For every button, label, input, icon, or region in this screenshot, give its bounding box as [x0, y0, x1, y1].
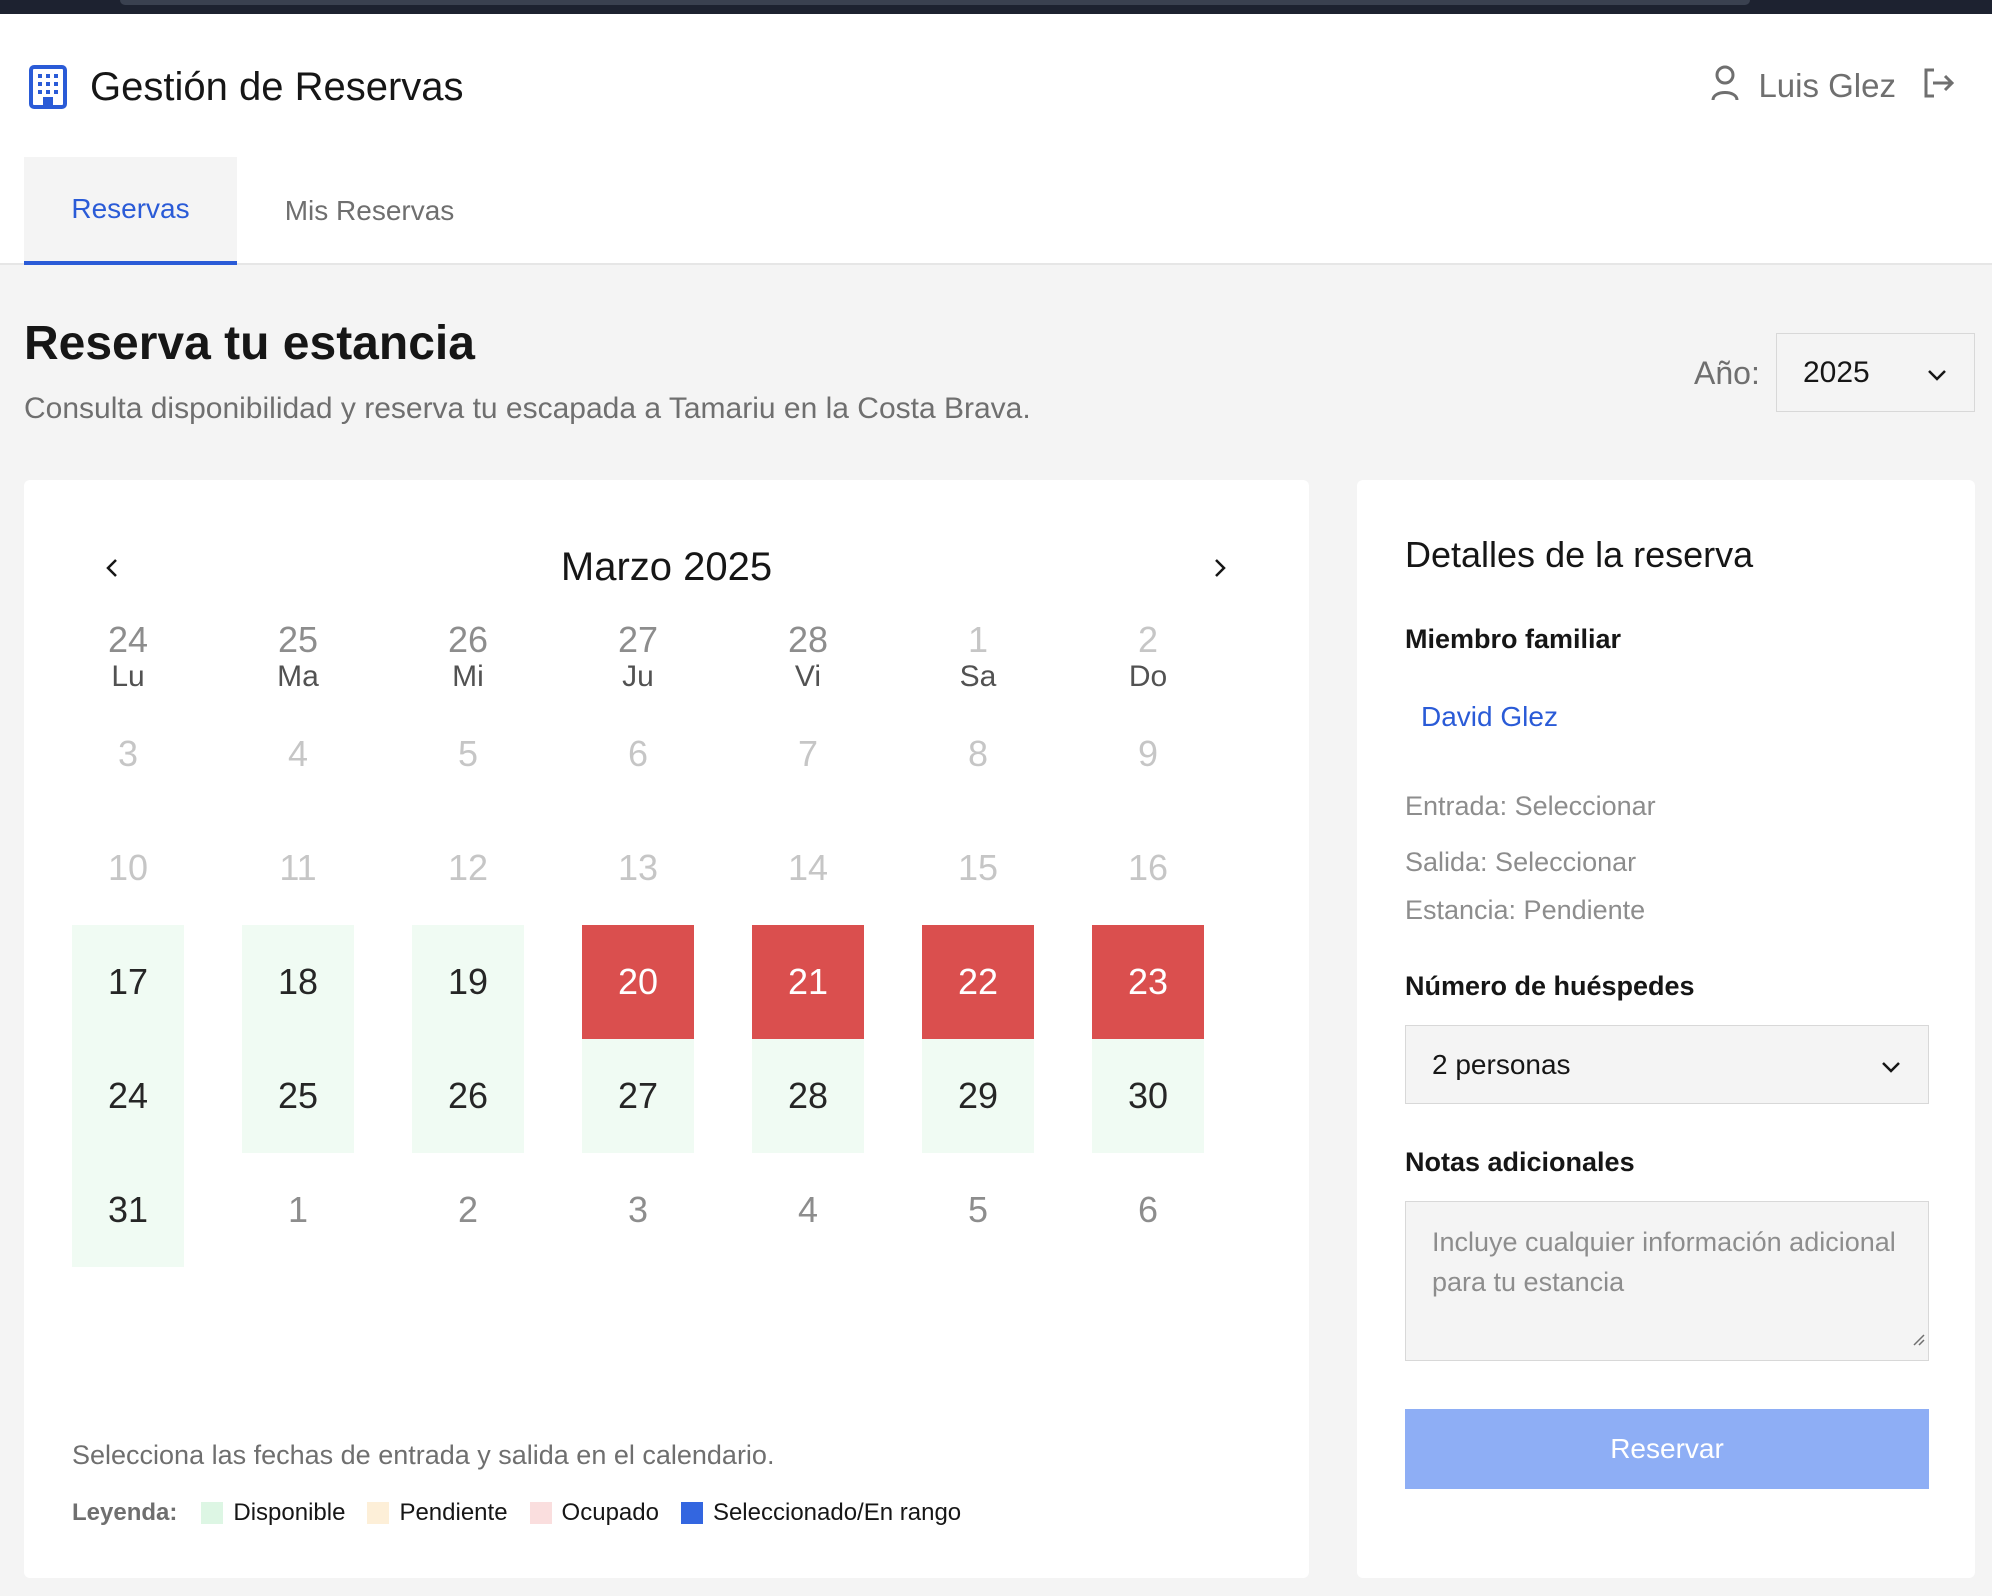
day-cell-other: 5: [967, 1189, 989, 1230]
user-icon[interactable]: [1710, 64, 1740, 107]
page-subtitle: Consulta disponibilidad y reserva tu esc…: [24, 392, 1031, 425]
tab-bar: Reservas Mis Reservas: [24, 157, 502, 265]
brand: Gestión de Reservas: [28, 64, 464, 110]
day-cell-other: 6: [1137, 1189, 1159, 1230]
app-header: Gestión de Reservas Luis Glez Reservas M…: [0, 14, 1992, 265]
day-cell-booked[interactable]: 20: [582, 925, 694, 1039]
day-cell-other: 25: [277, 619, 319, 660]
day-cell-other: 28: [787, 619, 829, 660]
day-cell-past: 14: [787, 847, 829, 888]
legend-label: Seleccionado/En rango: [712, 1499, 962, 1526]
day-cell-past: 3: [117, 733, 139, 774]
day-cell-booked[interactable]: 21: [752, 925, 864, 1039]
legend-label: Disponible: [233, 1499, 346, 1526]
checkout-info: Salida: Seleccionar: [1405, 847, 1637, 877]
notes-textarea[interactable]: Incluye cualquier información adicional …: [1405, 1201, 1929, 1361]
year-label: Año:: [1694, 355, 1760, 391]
legend-swatch: [201, 1502, 224, 1524]
guests-value: 2 personas: [1432, 1048, 1571, 1080]
legend-label: Pendiente: [399, 1499, 508, 1526]
guests-label: Número de huéspedes: [1405, 971, 1695, 1001]
day-cell-other: 3: [627, 1189, 649, 1230]
day-cell-past: 2: [1137, 619, 1159, 660]
day-cell-past: 15: [957, 847, 999, 888]
page-title: Reserva tu estancia: [24, 317, 475, 370]
reservar-button[interactable]: Reservar: [1405, 1409, 1929, 1489]
day-cell-past: 7: [797, 733, 819, 774]
tab-mis-reservas[interactable]: Mis Reservas: [237, 157, 502, 265]
booking-details-card: Detalles de la reserva Miembro familiar …: [1357, 480, 1975, 1578]
day-cell-past: 12: [447, 847, 489, 888]
guests-select[interactable]: 2 personas: [1405, 1025, 1929, 1104]
chevron-down-icon: [1926, 356, 1948, 390]
legend-swatch: [367, 1502, 390, 1524]
legend-title: Leyenda:: [72, 1499, 178, 1526]
logout-icon[interactable]: [1922, 67, 1956, 104]
day-cell-past: 16: [1127, 847, 1169, 888]
app-title: Gestión de Reservas: [90, 64, 464, 109]
day-cell-other: 4: [797, 1189, 819, 1230]
day-cell-avail[interactable]: 18: [242, 925, 354, 1039]
day-cell-past: 10: [107, 847, 149, 888]
next-month-button[interactable]: [1200, 550, 1240, 590]
chevron-right-icon: [1212, 556, 1228, 585]
day-cell-past: 4: [287, 733, 309, 774]
day-cell-past: 11: [279, 847, 317, 888]
day-cell-avail[interactable]: 19: [412, 925, 524, 1039]
checkin-info: Entrada: Seleccionar: [1405, 791, 1656, 821]
day-cell-past: 1: [967, 619, 989, 660]
day-cell-avail[interactable]: 29: [922, 1039, 1034, 1153]
day-cell-past: 9: [1137, 733, 1159, 774]
day-cell-avail[interactable]: 26: [412, 1039, 524, 1153]
day-cell-other: 26: [447, 619, 489, 660]
day-cell-avail[interactable]: 27: [582, 1039, 694, 1153]
day-cell-other: 2: [457, 1189, 479, 1230]
window-top-strip: [0, 0, 1992, 14]
day-cell-past: 5: [457, 733, 479, 774]
day-cell-other: 1: [287, 1189, 309, 1230]
day-cell-past: 13: [617, 847, 659, 888]
year-value: 2025: [1803, 355, 1870, 389]
legend-item-ocupado: Ocupado: [529, 1499, 659, 1527]
stay-info: Estancia: Pendiente: [1405, 895, 1646, 925]
day-cell-past: 6: [627, 733, 649, 774]
member-option[interactable]: David Glez: [1421, 701, 1558, 733]
day-cell-other: 27: [617, 619, 659, 660]
user-name: Luis Glez: [1758, 66, 1896, 104]
calendar-hint: Selecciona las fechas de entrada y salid…: [72, 1440, 775, 1470]
day-cell-past: 8: [967, 733, 989, 774]
legend: Leyenda: Disponible Pendiente Ocupado Se…: [72, 1499, 983, 1527]
day-cell-avail[interactable]: 30: [1092, 1039, 1204, 1153]
legend-item-seleccionado: Seleccionado/En rango: [680, 1499, 962, 1527]
member-label: Miembro familiar: [1405, 624, 1622, 654]
day-cell-avail[interactable]: 25: [242, 1039, 354, 1153]
year-select[interactable]: 2025: [1776, 333, 1975, 412]
user-menu: Luis Glez: [1710, 64, 1956, 107]
day-cell-avail[interactable]: 28: [752, 1039, 864, 1153]
legend-item-disponible: Disponible: [201, 1499, 345, 1527]
details-title: Detalles de la reserva: [1405, 534, 1754, 575]
legend-label: Ocupado: [561, 1499, 659, 1526]
building-icon: [28, 64, 68, 110]
day-cell-booked[interactable]: 22: [922, 925, 1034, 1039]
resize-grip-icon[interactable]: [1909, 1317, 1925, 1357]
legend-swatch: [529, 1502, 552, 1524]
day-cell-booked[interactable]: 23: [1092, 925, 1204, 1039]
day-cell-avail[interactable]: 31: [72, 1153, 184, 1267]
notes-label: Notas adicionales: [1405, 1147, 1635, 1177]
day-cell-other: 24: [107, 619, 149, 660]
legend-item-pendiente: Pendiente: [367, 1499, 508, 1527]
calendar-card: Marzo 2025 Lu Ma Mi Ju Vi Sa Do 24 25 26 27 28 1 2 3 4…: [24, 480, 1309, 1578]
day-cell-avail[interactable]: 24: [72, 1039, 184, 1153]
day-cell-avail[interactable]: 17: [72, 925, 184, 1039]
legend-swatch: [680, 1502, 703, 1524]
chevron-down-icon: [1880, 1049, 1902, 1081]
tab-reservas[interactable]: Reservas: [24, 157, 237, 265]
notes-placeholder: Incluye cualquier información adicional …: [1432, 1227, 1896, 1297]
